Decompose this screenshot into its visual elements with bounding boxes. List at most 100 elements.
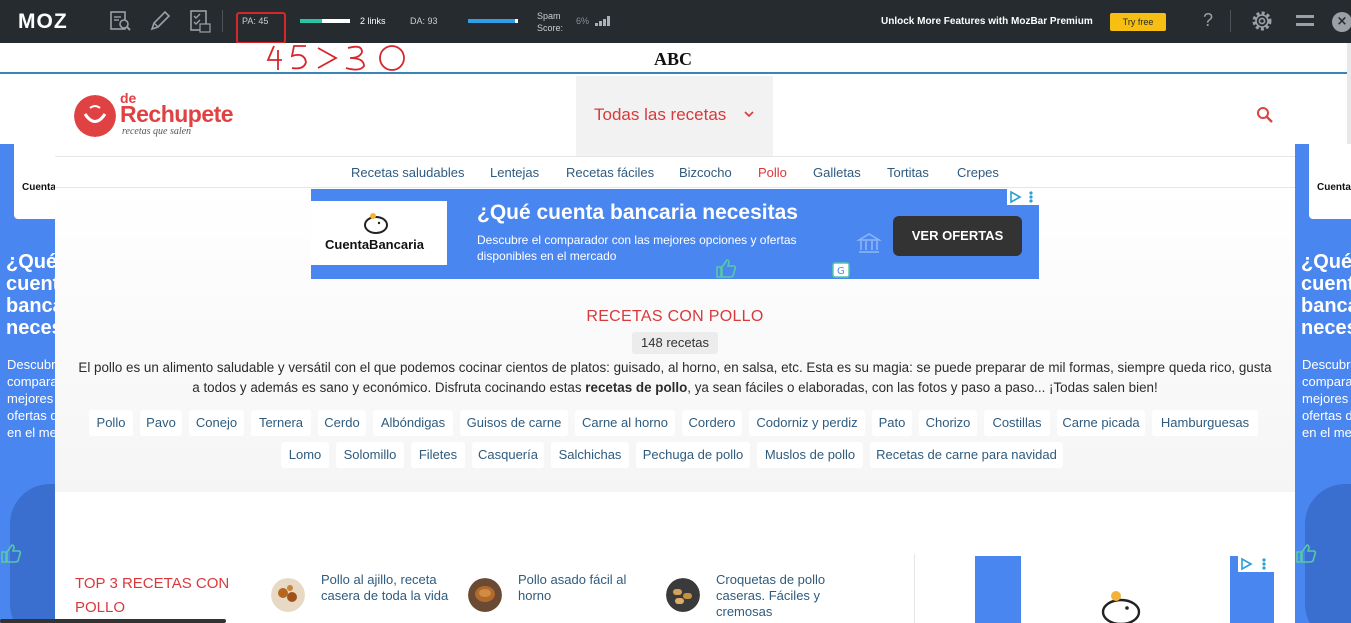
ad-choices-icon[interactable] [1238, 556, 1274, 572]
side-ad-logo-text: Cuenta [22, 182, 56, 193]
tag-link[interactable]: Solomillo [336, 442, 404, 468]
side-ad-headline: ¿Qué cuenta banca neces [6, 251, 56, 339]
column-divider [914, 554, 915, 623]
try-free-button[interactable]: Try free [1110, 13, 1166, 31]
taskbar-edge [0, 619, 226, 623]
subnav-item-tortitas[interactable]: Tortitas [887, 165, 929, 180]
tag-link[interactable]: Pechuga de pollo [636, 442, 750, 468]
intro-paragraph: El pollo es un alimento saludable y vers… [77, 358, 1273, 398]
ad-cta-button[interactable]: VER OFERTAS [893, 216, 1022, 256]
spam-score-value: 6% [576, 16, 590, 26]
ad-brand: CuentaBancaria [325, 237, 424, 252]
moz-logo[interactable]: MOZ [18, 10, 68, 34]
thumbs-up-icon [1, 544, 22, 563]
tag-link[interactable]: Casquería [472, 442, 544, 468]
sidebar-ad[interactable] [975, 556, 1274, 623]
tag-link[interactable]: Filetes [411, 442, 465, 468]
spam-label-line1: Spam [537, 11, 561, 21]
tag-link[interactable]: Hamburguesas [1152, 410, 1258, 436]
help-icon[interactable]: ? [1203, 10, 1213, 31]
keyword-checklist-icon[interactable] [188, 9, 212, 33]
side-ad-logo-text: Cuenta [1317, 182, 1351, 193]
subnav-item-bizcocho[interactable]: Bizcocho [679, 165, 732, 180]
domain-authority-meter [468, 19, 518, 23]
piggy-bank-icon [364, 213, 388, 234]
side-ad-left[interactable]: Cuenta ¿Qué cuenta banca neces Descubre … [0, 144, 56, 623]
subnav-item-lentejas[interactable]: Lentejas [490, 165, 539, 180]
tag-link[interactable]: Cerdo [318, 410, 366, 436]
side-ad-description: Descubre comparador con las mejores opci… [1302, 357, 1351, 440]
handwritten-annotation [266, 45, 405, 71]
side-ad-right[interactable]: Cuenta ¿Qué cuenta banca neces Descubre … [1295, 144, 1351, 623]
tag-link[interactable]: Cordero [682, 410, 742, 436]
side-ad-description: Descubre comparador con las mejores opci… [7, 357, 56, 440]
tag-link[interactable]: Carne picada [1057, 410, 1145, 436]
tag-link[interactable]: Salchichas [551, 442, 629, 468]
tag-link[interactable]: Lomo [281, 442, 329, 468]
spam-score-label: Spam Score: [537, 10, 563, 34]
svg-text:G: G [837, 266, 845, 277]
page-title: RECETAS CON POLLO [586, 308, 764, 325]
tag-link[interactable]: Muslos de pollo [757, 442, 863, 468]
toolbar-divider [222, 10, 223, 32]
recipe-thumbnail [271, 578, 305, 612]
logo-name[interactable]: Rechupete [120, 101, 234, 128]
side-ad-headline: ¿Qué cuenta banca neces [1301, 251, 1351, 339]
domain-authority: DA: 93 [410, 16, 438, 26]
highlight-pencil-icon[interactable] [148, 9, 172, 33]
site-strip: ABC [0, 43, 1351, 74]
sidebar-ad-stripe [975, 556, 1021, 623]
subnav-item-galletas[interactable]: Galletas [813, 165, 861, 180]
piggy-bank-icon [1101, 591, 1141, 623]
tag-link[interactable]: Costillas [984, 410, 1050, 436]
tag-link[interactable]: Ternera [251, 410, 311, 436]
chevron-down-icon [744, 111, 754, 118]
ad-logo-card: CuentaBancaria [311, 201, 447, 265]
tag-link[interactable]: Carne al horno [575, 410, 675, 436]
ad-banner[interactable]: CuentaBancaria ¿Qué cuenta bancaria nece… [311, 189, 1039, 279]
thumbs-up-icon [1296, 544, 1317, 563]
minimize-icon[interactable] [1296, 15, 1314, 26]
intro-text-end: , ya sean fáciles o elaboradas, con las … [687, 380, 1158, 395]
recipe-count-badge: 148 recetas [632, 332, 718, 354]
subnav-bar: Recetas saludables Lentejas Recetas fáci… [55, 156, 1295, 188]
logo-tagline: recetas que salen [122, 126, 192, 137]
search-icon[interactable] [1256, 106, 1274, 124]
top3-heading: TOP 3 RECETAS CON POLLO [75, 575, 230, 616]
site-header: de Rechupete recetas que salen Todas las… [55, 76, 1295, 156]
tag-link[interactable]: Recetas de carne para navidad [870, 442, 1063, 468]
page-analysis-icon[interactable] [108, 9, 132, 33]
site-strip-label: ABC [654, 49, 693, 69]
bank-icon [856, 233, 882, 253]
links-meter [300, 19, 350, 23]
mozbar-toolbar: MOZ PA: 45 2 links DA: 93 Spam Score: 6%… [0, 0, 1351, 43]
g-card-icon: G [832, 262, 850, 278]
intro-text-bold[interactable]: recetas de pollo [585, 380, 687, 395]
recipe-title-link[interactable]: Pollo asado fácil al horno [518, 572, 658, 604]
tag-link[interactable]: Pavo [140, 410, 182, 436]
gear-icon[interactable] [1250, 9, 1274, 33]
close-icon[interactable]: × [1332, 12, 1351, 32]
tag-link[interactable]: Guisos de carne [460, 410, 568, 436]
recipe-thumbnail [666, 578, 700, 612]
ad-description: Descubre el comparador con las mejores o… [477, 233, 797, 263]
subnav-item-recetas-faciles[interactable]: Recetas fáciles [566, 165, 654, 180]
subnav-item-crepes[interactable]: Crepes [957, 165, 999, 180]
main-content: Recetas saludables Lentejas Recetas fáci… [55, 156, 1295, 623]
tag-link[interactable]: Pato [872, 410, 912, 436]
subnav-item-recetas-saludables[interactable]: Recetas saludables [351, 165, 464, 180]
tag-link[interactable]: Pollo [89, 410, 133, 436]
ad-headline: ¿Qué cuenta bancaria necesitas [477, 201, 798, 224]
recipe-title-link[interactable]: Pollo al ajillo, receta casera de toda l… [321, 572, 461, 604]
tag-link[interactable]: Albóndigas [373, 410, 453, 436]
subnav-item-pollo[interactable]: Pollo [758, 165, 787, 180]
tag-link[interactable]: Chorizo [919, 410, 977, 436]
tag-link[interactable]: Conejo [189, 410, 244, 436]
links-count[interactable]: 2 links [360, 16, 386, 26]
premium-promo-text: Unlock More Features with MozBar Premium [881, 16, 1093, 27]
ad-choices-icon[interactable] [1007, 189, 1039, 205]
all-recipes-menu[interactable]: Todas las recetas [576, 76, 773, 156]
recipe-title-link[interactable]: Croquetas de pollo caseras. Fáciles y cr… [716, 572, 856, 620]
tag-link[interactable]: Codorniz y perdiz [749, 410, 865, 436]
logo-smile-icon[interactable] [74, 95, 116, 137]
